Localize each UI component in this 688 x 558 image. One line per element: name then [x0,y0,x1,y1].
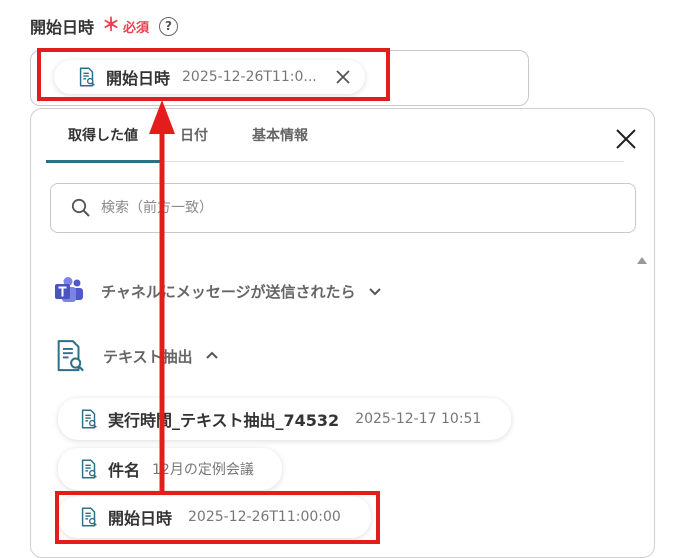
chip-value: 2025-12-17 10:51 [355,411,482,427]
chip-value: 2025-12-26T11:00:00 [188,509,341,525]
teams-icon [55,277,83,302]
chevron-down-icon [368,288,381,296]
search-box [50,183,636,233]
close-icon[interactable] [615,128,637,150]
help-icon[interactable]: ? [159,16,179,36]
value-chip-subject[interactable]: 件名 12月の定例会議 [58,448,282,490]
selected-value-chip[interactable]: 開始日時 2025-12-26T11:0... [54,60,365,94]
field-label: 開始日時 ＊ 必須 ? [30,14,179,38]
active-tab-indicator [46,160,162,163]
value-chip-execution-time[interactable]: 実行時間_テキスト抽出_74532 2025-12-17 10:51 [58,398,512,440]
search-input[interactable] [99,199,583,217]
document-search-icon [81,409,97,429]
required-text: 必須 [123,20,150,36]
required-asterisk: ＊ [102,15,121,36]
document-search-icon [81,507,97,527]
section-text-extraction[interactable]: テキスト抽出 [53,337,219,375]
document-search-icon [79,67,95,87]
document-search-icon [57,340,84,372]
tab-date[interactable]: 日付 [180,125,208,145]
document-search-icon [81,459,97,479]
tab-acquired-values[interactable]: 取得した値 [68,125,138,145]
chip-value: 2025-12-26T11:0... [182,69,317,85]
tab-bar: 取得した値 日付 基本情報 [46,109,624,163]
section-name: チャネルにメッセージが送信されたら [101,282,356,301]
chip-value: 12月の定例会議 [152,462,254,478]
section-name: テキスト抽出 [103,347,193,366]
value-picker-panel: 取得した値 日付 基本情報 チャネルにメッセージが送信されたら [30,108,655,558]
value-chip-start-datetime[interactable]: 開始日時 2025-12-26T11:00:00 [58,496,371,538]
section-teams-trigger[interactable]: チャネルにメッセージが送信されたら [53,275,382,307]
chevron-up-icon [205,351,218,359]
chip-name: 開始日時 [108,509,173,528]
help-glyph: ? [165,19,173,33]
tab-basic-info[interactable]: 基本情報 [252,125,308,145]
chip-name: 開始日時 [106,69,171,88]
search-icon [71,198,90,217]
required-badge: ＊ 必須 [102,17,149,36]
field-label-text: 開始日時 [30,18,95,37]
scrollbar-up-arrow[interactable] [637,257,647,264]
remove-chip-icon[interactable] [335,69,351,85]
chip-name: 件名 [108,461,141,480]
chip-name: 実行時間_テキスト抽出_74532 [108,411,340,430]
